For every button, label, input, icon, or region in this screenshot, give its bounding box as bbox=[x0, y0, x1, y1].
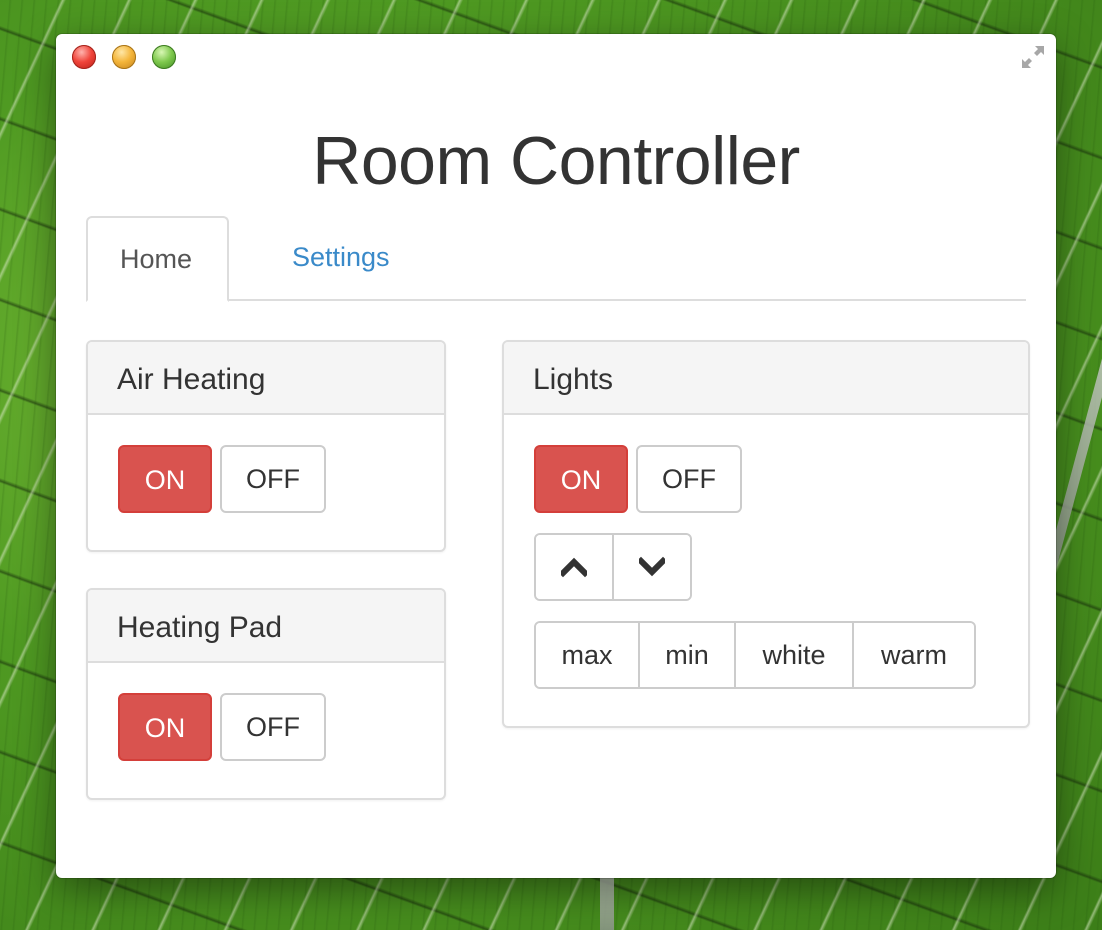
preset-warm-button[interactable]: warm bbox=[854, 623, 974, 687]
preset-min-button[interactable]: min bbox=[640, 623, 736, 687]
brightness-up-button[interactable] bbox=[536, 535, 614, 599]
app-window: Room Controller Home Settings Air Heatin… bbox=[56, 34, 1056, 878]
chevron-down-icon bbox=[639, 556, 665, 577]
close-window-button[interactable] bbox=[72, 45, 96, 69]
tab-settings[interactable]: Settings bbox=[260, 216, 422, 298]
heating-pad-title: Heating Pad bbox=[88, 590, 444, 663]
desktop-wallpaper-road bbox=[600, 870, 614, 930]
heating-pad-panel: Heating Pad ON OFF bbox=[86, 588, 446, 800]
air-heating-panel: Air Heating ON OFF bbox=[86, 340, 446, 552]
brightness-control-group bbox=[534, 533, 692, 601]
air-heating-title: Air Heating bbox=[88, 342, 444, 415]
tab-home[interactable]: Home bbox=[86, 216, 229, 302]
air-heating-off-button[interactable]: OFF bbox=[220, 445, 326, 513]
fullscreen-icon[interactable] bbox=[1018, 42, 1048, 72]
lights-on-button[interactable]: ON bbox=[534, 445, 628, 513]
lights-title: Lights bbox=[504, 342, 1028, 415]
minimize-window-button[interactable] bbox=[112, 45, 136, 69]
nav-tabs: Home Settings bbox=[86, 216, 1026, 302]
brightness-down-button[interactable] bbox=[614, 535, 690, 599]
heating-pad-off-button[interactable]: OFF bbox=[220, 693, 326, 761]
preset-white-button[interactable]: white bbox=[736, 623, 854, 687]
chevron-up-icon bbox=[561, 557, 587, 578]
lights-off-button[interactable]: OFF bbox=[636, 445, 742, 513]
light-preset-group: max min white warm bbox=[534, 621, 976, 689]
heating-pad-on-button[interactable]: ON bbox=[118, 693, 212, 761]
lights-panel: Lights ON OFF max min white warm bbox=[502, 340, 1030, 728]
preset-max-button[interactable]: max bbox=[536, 623, 640, 687]
zoom-window-button[interactable] bbox=[152, 45, 176, 69]
page-title: Room Controller bbox=[312, 123, 800, 199]
air-heating-on-button[interactable]: ON bbox=[118, 445, 212, 513]
